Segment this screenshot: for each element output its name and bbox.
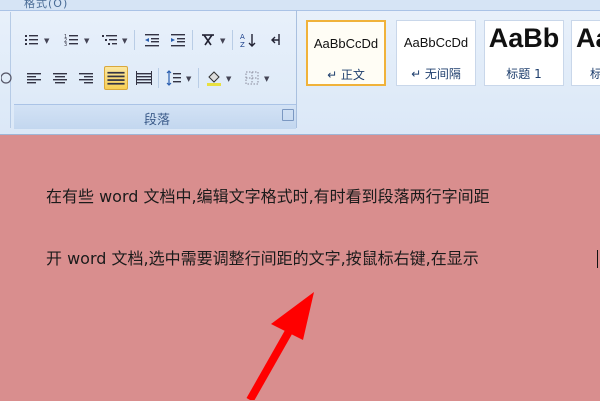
- red-arrow-annotation: [246, 292, 314, 400]
- red-arrow-head: [271, 292, 314, 340]
- red-arrow-shaft: [246, 324, 296, 400]
